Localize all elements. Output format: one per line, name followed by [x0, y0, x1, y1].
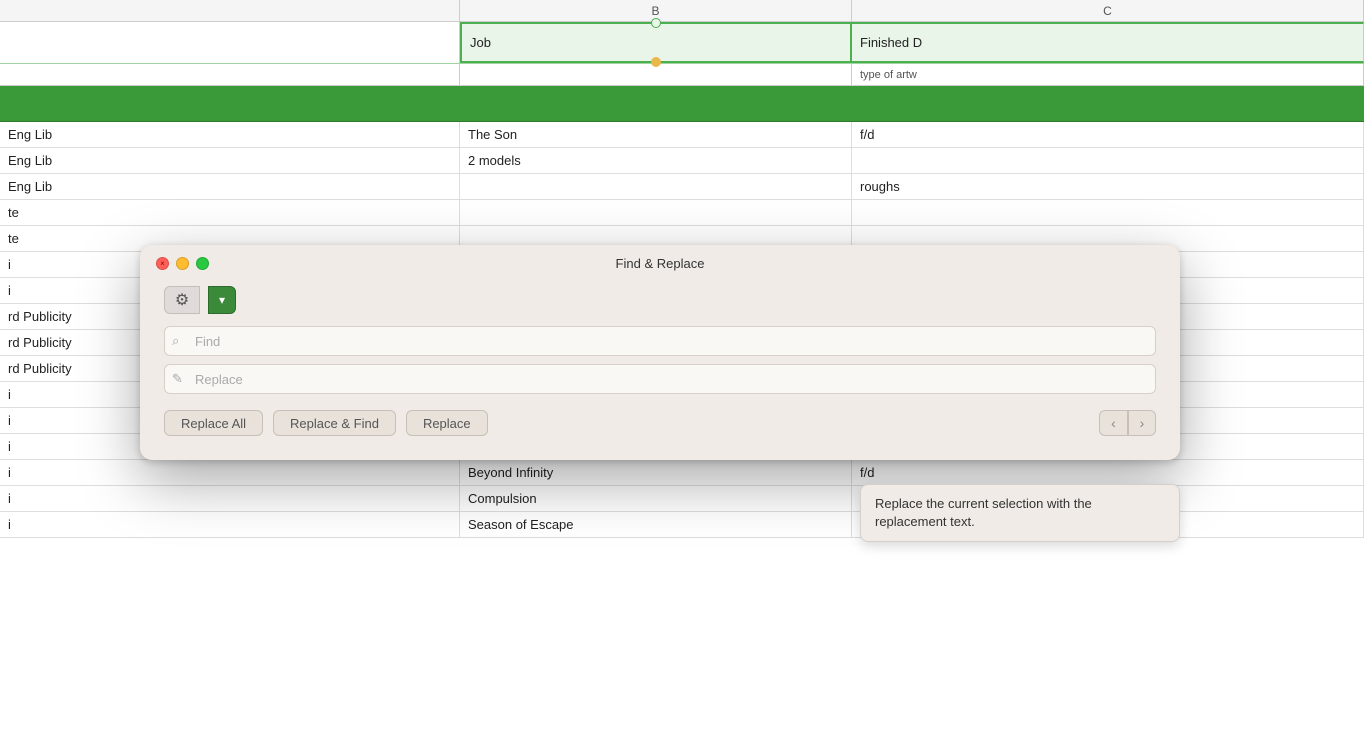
cell-a: i: [0, 486, 460, 511]
traffic-lights: ×: [156, 257, 209, 270]
maximize-button[interactable]: [196, 257, 209, 270]
options-row: ⚙ ▾: [164, 286, 1156, 314]
gear-icon: ⚙: [175, 290, 189, 310]
chevron-left-icon: ‹: [1111, 415, 1116, 431]
col-header-c: C: [852, 0, 1364, 21]
chevron-down-icon: ▾: [219, 293, 225, 307]
cell-b: Season of Escape: [460, 512, 852, 537]
replace-and-find-button[interactable]: Replace & Find: [273, 410, 396, 436]
table-row: Eng Lib The Son f/d: [0, 122, 1364, 148]
cell-c: roughs: [852, 174, 1364, 199]
replace-input[interactable]: [164, 364, 1156, 394]
replace-button[interactable]: Replace: [406, 410, 488, 436]
chevron-right-icon: ›: [1140, 415, 1145, 431]
table-row: te: [0, 200, 1364, 226]
column-header-row: B C: [0, 0, 1364, 22]
header-cell-b[interactable]: Job: [460, 22, 852, 63]
cell-b: [460, 174, 852, 199]
replace-tooltip: Replace the current selection with the r…: [860, 484, 1180, 542]
subheader-row: type of artw: [0, 64, 1364, 86]
cell-c: f/d: [852, 460, 1364, 485]
cell-b: Compulsion: [460, 486, 852, 511]
selection-handle-bottom: [651, 57, 661, 67]
cell-a: i: [0, 512, 460, 537]
find-replace-dialog: × Find & Replace ⚙ ▾ ⌕ ✎: [140, 245, 1180, 460]
cell-c: [852, 148, 1364, 173]
subheader-a: [0, 64, 460, 85]
cell-a: Eng Lib: [0, 174, 460, 199]
tooltip-text: Replace the current selection with the r…: [875, 496, 1092, 529]
dialog-titlebar: × Find & Replace: [140, 245, 1180, 278]
find-field-wrapper: ⌕: [164, 326, 1156, 356]
job-label: Job: [470, 35, 491, 50]
gear-options-button[interactable]: ⚙: [164, 286, 200, 314]
expand-options-button[interactable]: ▾: [208, 286, 236, 314]
green-banner: [0, 86, 1364, 122]
cell-c: f/d: [852, 122, 1364, 147]
header-cell-c: Finished D: [852, 22, 1364, 63]
col-header-a: [0, 0, 460, 21]
table-row: i Beyond Infinity f/d: [0, 460, 1364, 486]
table-row: Eng Lib roughs: [0, 174, 1364, 200]
cell-b: [460, 200, 852, 225]
subheader-c: type of artw: [852, 64, 1364, 85]
cell-a: Eng Lib: [0, 148, 460, 173]
cell-b: Beyond Infinity: [460, 460, 852, 485]
navigation-buttons: ‹ ›: [1099, 410, 1156, 436]
selection-handle-top: [651, 18, 661, 28]
table-row: Eng Lib 2 models: [0, 148, 1364, 174]
dialog-content: ⚙ ▾ ⌕ ✎ Replace All Replace & Find Repla…: [140, 278, 1180, 436]
next-button[interactable]: ›: [1128, 410, 1156, 436]
cell-a: i: [0, 460, 460, 485]
close-icon: ×: [160, 259, 165, 268]
cell-b: The Son: [460, 122, 852, 147]
subheader-b: [460, 64, 852, 85]
previous-button[interactable]: ‹: [1099, 410, 1127, 436]
cell-b: 2 models: [460, 148, 852, 173]
header-cell-a: [0, 22, 460, 63]
action-buttons-row: Replace All Replace & Find Replace ‹ ›: [164, 410, 1156, 436]
header-row: Job Finished D: [0, 22, 1364, 64]
cell-c: [852, 200, 1364, 225]
find-field-row: ⌕: [164, 326, 1156, 356]
replace-field-wrapper: ✎: [164, 364, 1156, 394]
cell-a: te: [0, 200, 460, 225]
minimize-button[interactable]: [176, 257, 189, 270]
finished-d-label: Finished D: [860, 35, 922, 50]
cell-a: Eng Lib: [0, 122, 460, 147]
replace-field-row: ✎: [164, 364, 1156, 394]
close-button[interactable]: ×: [156, 257, 169, 270]
find-input[interactable]: [164, 326, 1156, 356]
dialog-title: Find & Replace: [616, 256, 705, 271]
replace-all-button[interactable]: Replace All: [164, 410, 263, 436]
